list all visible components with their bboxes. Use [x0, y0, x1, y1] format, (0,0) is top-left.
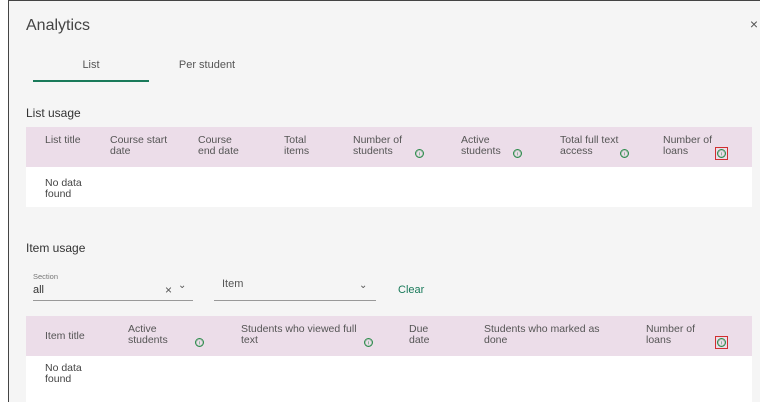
section-label: Section	[33, 272, 59, 281]
item-usage-title: Item usage	[26, 241, 86, 255]
col-students-viewed-full-text: Students who viewed full text	[241, 323, 357, 346]
col-course-start-date: Course start date	[110, 134, 168, 157]
clear-button[interactable]: Clear	[398, 284, 424, 296]
col-total-items: Total items	[284, 134, 310, 157]
col-due-date: Due date	[409, 323, 430, 346]
chevron-down-icon[interactable]: ⌄	[359, 280, 367, 291]
col-active-students: Active students	[128, 323, 168, 346]
tab-bar: List Per student	[33, 54, 753, 82]
col-course-end-date: Course end date	[198, 134, 239, 157]
item-underline	[214, 300, 376, 301]
col-students-marked-done: Students who marked as done	[484, 323, 600, 346]
col-number-of-loans: Number of loans	[663, 134, 713, 157]
info-icon[interactable]: ⓘ	[620, 149, 629, 158]
col-number-of-loans: Number of loans	[646, 323, 696, 346]
list-usage-table: List title Course start date Course end …	[26, 127, 752, 207]
dialog-title: Analytics	[26, 17, 91, 34]
col-item-title: Item title	[45, 330, 85, 342]
tab-list[interactable]: List	[33, 54, 149, 82]
info-icon[interactable]: ⓘ	[513, 149, 522, 158]
tab-per-student[interactable]: Per student	[149, 54, 265, 82]
close-icon[interactable]: ×	[750, 17, 758, 31]
list-usage-title: List usage	[26, 106, 81, 120]
table-header: Item title Active students ⓘ Students wh…	[26, 316, 752, 356]
section-select[interactable]: all	[33, 284, 44, 296]
empty-state: No data found	[45, 362, 82, 385]
info-icon[interactable]: ⓘ	[195, 338, 204, 347]
item-usage-table: Item title Active students ⓘ Students wh…	[26, 316, 752, 402]
info-icon[interactable]: ⓘ	[415, 149, 424, 158]
section-underline	[33, 300, 193, 301]
info-icon[interactable]: ⓘ	[717, 149, 726, 158]
item-select[interactable]: Item	[222, 278, 243, 290]
col-number-of-students: Number of students	[353, 134, 403, 157]
clear-selection-icon[interactable]: ×	[165, 283, 172, 297]
chevron-down-icon[interactable]: ⌄	[178, 280, 186, 291]
col-total-full-text-access: Total full text access	[560, 134, 619, 157]
table-header: List title Course start date Course end …	[26, 127, 752, 167]
empty-state: No data found	[45, 177, 82, 200]
tab-per-student-label: Per student	[178, 59, 236, 71]
col-list-title: List title	[45, 134, 81, 146]
col-active-students: Active students	[461, 134, 501, 157]
tab-list-label: List	[82, 59, 100, 71]
info-icon[interactable]: ⓘ	[717, 338, 726, 347]
info-icon[interactable]: ⓘ	[364, 338, 373, 347]
